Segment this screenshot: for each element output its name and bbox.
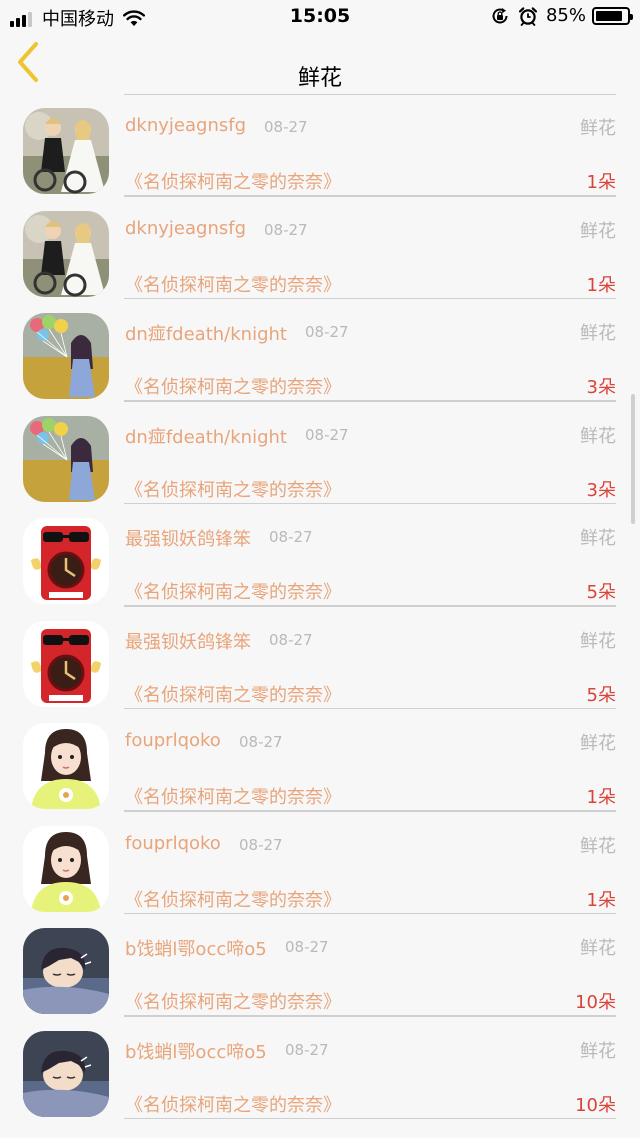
- gift-type: 鲜花: [580, 425, 616, 447]
- work-title[interactable]: 《名侦探柯南之零的奈奈》: [125, 988, 341, 1014]
- avatar[interactable]: [23, 1030, 109, 1117]
- flower-count: 3朵: [586, 377, 616, 398]
- flower-count: 1朵: [586, 889, 616, 911]
- flower-count: 3朵: [586, 479, 616, 501]
- list-item[interactable]: 最强钡妖鸽锋笨 08-27 鲜花 《名侦探柯南之零的奈奈》 5朵: [0, 504, 640, 607]
- rotation-lock-icon: [492, 7, 508, 23]
- avatar[interactable]: [23, 313, 109, 399]
- flower-count: 1朵: [586, 274, 616, 296]
- navigation-bar: 鲜花: [0, 32, 640, 94]
- battery-percent: 85%: [545, 5, 586, 26]
- list-item[interactable]: b饯蛸l鄂occ啼o5 08-27 鲜花 《名侦探柯南之零的奈奈》 10朵: [0, 1017, 640, 1119]
- list-item[interactable]: dknyjeagnsfg 08-27 鲜花 《名侦探柯南之零的奈奈》 1朵: [0, 94, 640, 197]
- list-item[interactable]: fouprlqoko 08-27 鲜花 《名侦探柯南之零的奈奈》 1朵: [0, 709, 640, 812]
- scrollbar[interactable]: [631, 394, 635, 524]
- username[interactable]: dn痖fdeath/knight: [125, 320, 287, 346]
- list-item[interactable]: fouprlqoko 08-27 鲜花 《名侦探柯南之零的奈奈》 1朵: [0, 812, 640, 914]
- avatar[interactable]: [23, 108, 109, 194]
- flower-count: 5朵: [586, 684, 616, 706]
- gift-type: 鲜花: [580, 835, 616, 857]
- username[interactable]: 最强钡妖鸽锋笨: [125, 628, 251, 654]
- record-date: 08-27: [264, 220, 308, 239]
- avatar[interactable]: [23, 518, 109, 604]
- username[interactable]: dknyjeagnsfg: [125, 115, 246, 136]
- page-title: 鲜花: [297, 66, 342, 91]
- record-date: 08-27: [239, 835, 283, 854]
- username[interactable]: b饯蛸l鄂occ啼o5: [125, 1038, 267, 1064]
- avatar[interactable]: [23, 210, 109, 297]
- username[interactable]: dknyjeagnsfg: [125, 218, 246, 239]
- alarm-icon: [518, 6, 538, 26]
- gift-type: 鲜花: [580, 118, 616, 139]
- list-item[interactable]: 最强钡妖鸽锋笨 08-27 鲜花 《名侦探柯南之零的奈奈》 5朵: [0, 607, 640, 709]
- work-title[interactable]: 《名侦探柯南之零的奈奈》: [125, 783, 341, 809]
- gift-type: 鲜花: [580, 528, 616, 549]
- username[interactable]: fouprlqoko: [125, 730, 221, 751]
- record-date: 08-27: [305, 425, 349, 444]
- gift-type: 鲜花: [580, 220, 616, 242]
- divider: [124, 1117, 616, 1119]
- gift-type: 鲜花: [580, 1040, 616, 1062]
- work-title[interactable]: 《名侦探柯南之零的奈奈》: [125, 476, 341, 502]
- flower-record-list[interactable]: dknyjeagnsfg 08-27 鲜花 《名侦探柯南之零的奈奈》 1朵 dk…: [0, 94, 640, 1138]
- gift-type: 鲜花: [580, 938, 616, 959]
- list-item[interactable]: dn痖fdeath/knight 08-27 鲜花 《名侦探柯南之零的奈奈》 3…: [0, 299, 640, 402]
- record-date: 08-27: [264, 118, 308, 136]
- work-title[interactable]: 《名侦探柯南之零的奈奈》: [125, 373, 341, 399]
- status-bar: 中国移动 15:05 85%: [0, 0, 640, 32]
- gift-type: 鲜花: [580, 630, 616, 652]
- avatar[interactable]: [23, 620, 109, 707]
- work-title[interactable]: 《名侦探柯南之零的奈奈》: [125, 168, 341, 194]
- record-date: 08-27: [285, 938, 329, 956]
- flower-count: 5朵: [586, 582, 616, 603]
- list-item[interactable]: dknyjeagnsfg 08-27 鲜花 《名侦探柯南之零的奈奈》 1朵: [0, 197, 640, 299]
- work-title[interactable]: 《名侦探柯南之零的奈奈》: [125, 681, 341, 707]
- battery-level-fill: [596, 10, 622, 21]
- battery-nub: [630, 13, 633, 20]
- record-date: 08-27: [305, 323, 349, 341]
- status-right: 85%: [490, 5, 633, 26]
- flower-count: 10朵: [575, 1094, 616, 1116]
- work-title[interactable]: 《名侦探柯南之零的奈奈》: [125, 1091, 341, 1117]
- battery-icon: [592, 6, 633, 25]
- list-item[interactable]: dn痖fdeath/knight 08-27 鲜花 《名侦探柯南之零的奈奈》 3…: [0, 402, 640, 504]
- avatar[interactable]: [23, 928, 109, 1014]
- avatar[interactable]: [23, 723, 109, 809]
- username[interactable]: dn痖fdeath/knight: [125, 423, 287, 449]
- record-date: 08-27: [239, 733, 283, 751]
- username[interactable]: b饯蛸l鄂occ啼o5: [125, 935, 267, 961]
- flower-count: 1朵: [586, 172, 616, 193]
- username[interactable]: fouprlqoko: [125, 833, 221, 854]
- work-title[interactable]: 《名侦探柯南之零的奈奈》: [125, 271, 341, 297]
- gift-type: 鲜花: [580, 733, 616, 754]
- flower-count: 10朵: [575, 992, 616, 1013]
- record-date: 08-27: [269, 630, 313, 649]
- gift-type: 鲜花: [580, 323, 616, 344]
- record-date: 08-27: [285, 1040, 329, 1059]
- work-title[interactable]: 《名侦探柯南之零的奈奈》: [125, 578, 341, 604]
- work-title[interactable]: 《名侦探柯南之零的奈奈》: [125, 886, 341, 912]
- avatar[interactable]: [23, 825, 109, 912]
- avatar[interactable]: [23, 415, 109, 502]
- list-item[interactable]: b饯蛸l鄂occ啼o5 08-27 鲜花 《名侦探柯南之零的奈奈》 10朵: [0, 914, 640, 1017]
- flower-count: 1朵: [586, 787, 616, 808]
- username[interactable]: 最强钡妖鸽锋笨: [125, 525, 251, 551]
- record-date: 08-27: [269, 528, 313, 546]
